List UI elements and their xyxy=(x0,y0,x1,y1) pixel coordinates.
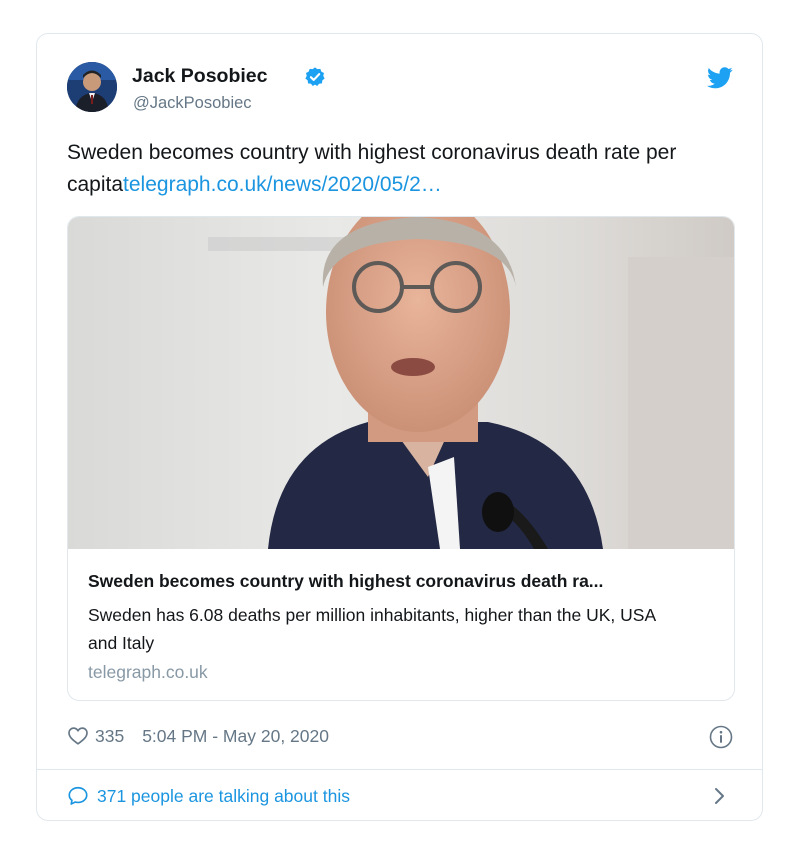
twitter-bird-icon[interactable] xyxy=(707,67,733,89)
talking-count-label: 371 people are talking about this xyxy=(97,785,350,806)
tweet-meta: 335 5:04 PM - May 20, 2020 xyxy=(67,724,329,748)
article-photo xyxy=(68,217,734,549)
link-preview-card[interactable]: Sweden becomes country with highest coro… xyxy=(67,216,735,701)
chevron-right-icon[interactable] xyxy=(713,786,727,806)
divider xyxy=(37,769,762,770)
card-title[interactable]: Sweden becomes country with highest coro… xyxy=(88,571,718,592)
card-domain: telegraph.co.uk xyxy=(88,662,208,682)
card-description: Sweden has 6.08 deaths per million inhab… xyxy=(88,605,656,653)
author-name[interactable]: Jack Posobiec xyxy=(132,65,268,88)
info-icon[interactable] xyxy=(709,725,733,749)
author-avatar[interactable] xyxy=(67,62,117,112)
heart-icon[interactable] xyxy=(67,725,89,747)
tweet-timestamp[interactable]: 5:04 PM - May 20, 2020 xyxy=(142,726,329,747)
author-handle[interactable]: @JackPosobiec xyxy=(133,94,252,113)
tweet-link[interactable]: telegraph.co.uk/news/2020/05/2… xyxy=(123,173,442,196)
embedded-tweet-card: Jack Posobiec @JackPosobiec Sweden becom… xyxy=(36,33,763,821)
like-count[interactable]: 335 xyxy=(95,726,124,747)
speech-bubble-icon xyxy=(68,786,88,805)
verified-badge-icon xyxy=(305,67,325,86)
tweet-text: Sweden becomes country with highest coro… xyxy=(67,137,727,201)
conversation-link[interactable]: 371 people are talking about this xyxy=(67,783,350,809)
avatar-image xyxy=(67,62,117,112)
